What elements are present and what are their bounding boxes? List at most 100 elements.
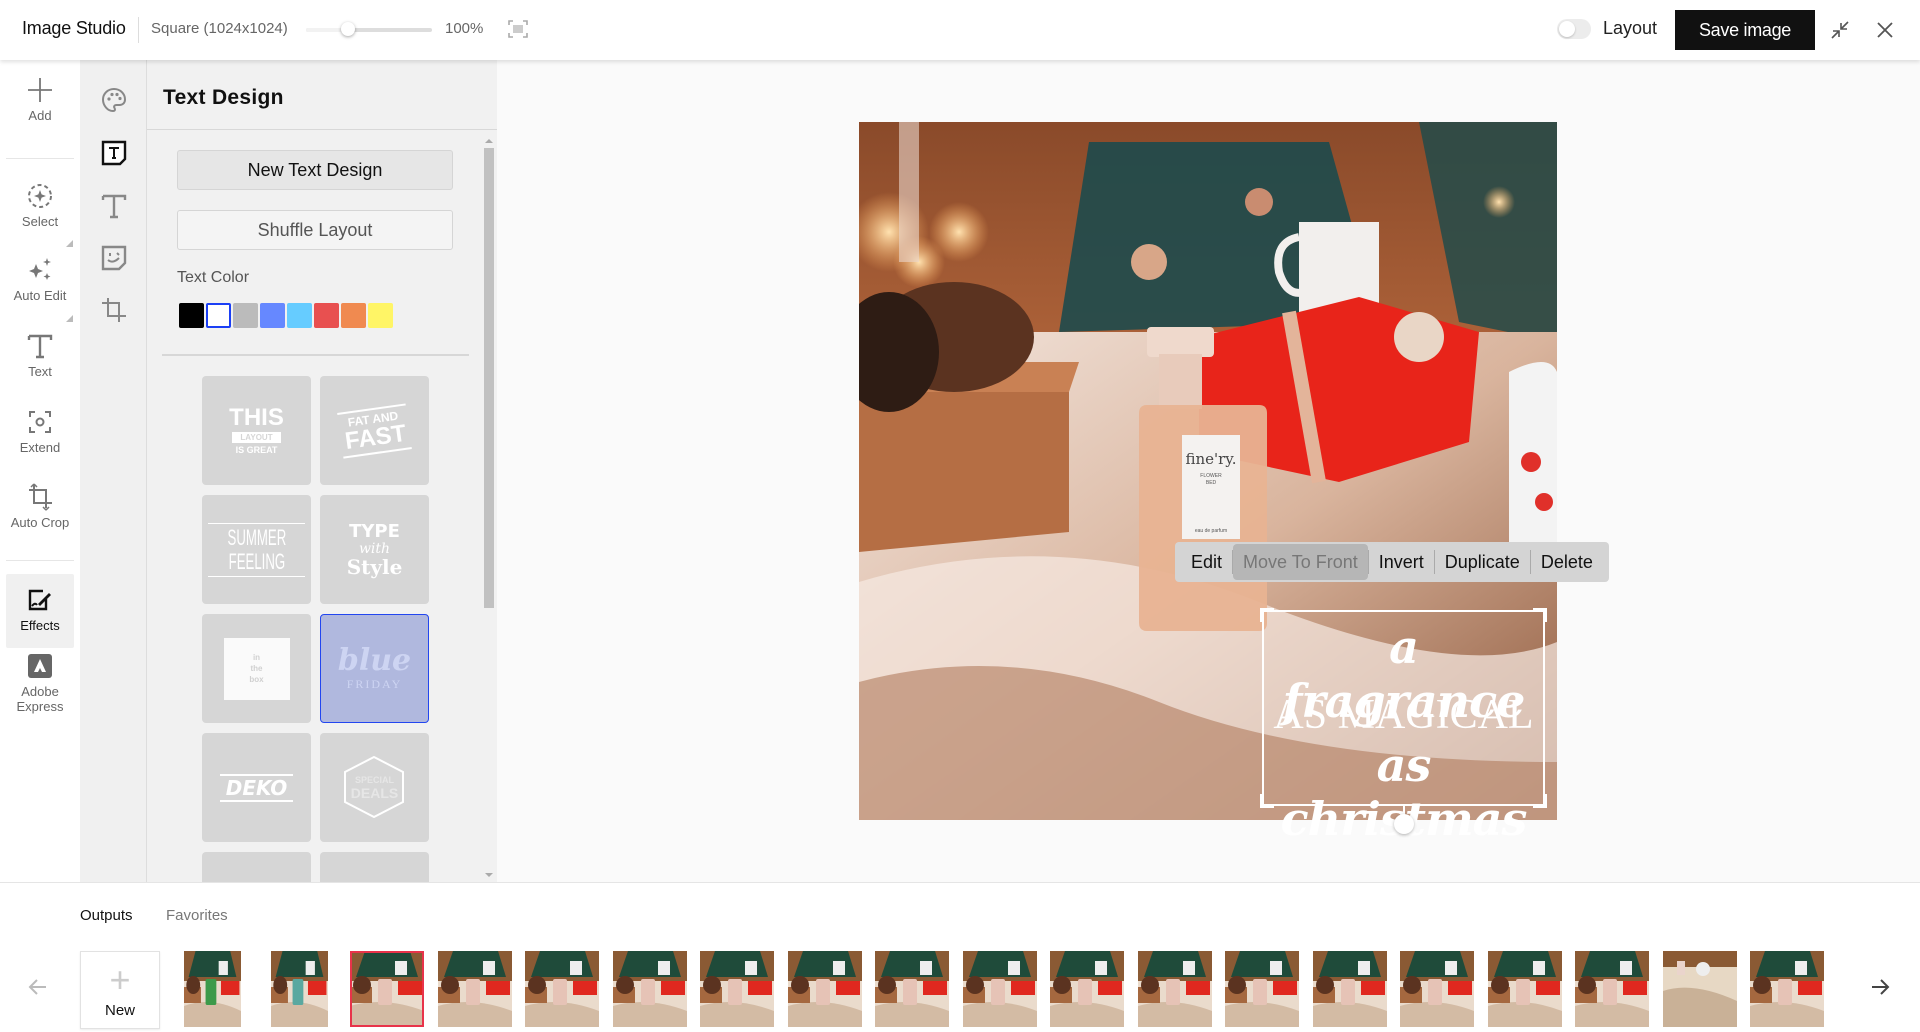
color-swatch[interactable] bbox=[287, 303, 312, 328]
design-tile-partial[interactable] bbox=[202, 852, 311, 882]
duplicate-button[interactable]: Duplicate bbox=[1435, 542, 1530, 582]
design-text: SUMMER bbox=[227, 524, 286, 550]
arrow-left-icon[interactable] bbox=[26, 975, 50, 999]
selection-context-menu: Edit Move To Front Invert Duplicate Dele… bbox=[1175, 542, 1609, 582]
thumbnail-image bbox=[350, 951, 424, 1027]
scroll-down-arrow-icon[interactable] bbox=[485, 873, 493, 877]
rail-divider bbox=[6, 158, 74, 159]
move-to-front-button[interactable]: Move To Front bbox=[1233, 544, 1368, 580]
color-swatch[interactable] bbox=[179, 303, 204, 328]
effects-icon bbox=[28, 589, 51, 611]
text-overlay-selection[interactable]: a fragrance AS MAGICAL as christmas bbox=[1260, 608, 1547, 846]
thumbnail-image bbox=[1400, 951, 1474, 1027]
output-thumbnail[interactable] bbox=[612, 951, 687, 1027]
save-image-button[interactable]: Save image bbox=[1675, 10, 1815, 50]
text-color-swatches bbox=[179, 303, 393, 328]
color-swatch[interactable] bbox=[260, 303, 285, 328]
design-tile-this-layout-is-great[interactable]: THIS LAYOUT IS GREAT bbox=[202, 376, 311, 485]
zoom-slider[interactable] bbox=[306, 22, 432, 36]
plus-icon bbox=[28, 78, 52, 102]
color-swatch[interactable] bbox=[341, 303, 366, 328]
design-tile-blue-friday[interactable]: blue FRIDAY bbox=[320, 614, 429, 723]
design-tile-summer-feeling[interactable]: SUMMER FEELING bbox=[202, 495, 311, 604]
edit-button[interactable]: Edit bbox=[1181, 542, 1232, 582]
close-icon[interactable] bbox=[1874, 19, 1896, 41]
design-tile-fat-and-fast[interactable]: FAT AND FAST bbox=[320, 376, 429, 485]
text-design-icon[interactable] bbox=[101, 140, 127, 166]
collapse-icon[interactable] bbox=[1828, 18, 1852, 42]
layout-toggle[interactable] bbox=[1557, 19, 1591, 39]
output-thumbnail[interactable] bbox=[1487, 951, 1562, 1027]
rail-item-auto-edit[interactable]: Auto Edit bbox=[6, 256, 74, 303]
design-tile-deko[interactable]: DEKO bbox=[202, 733, 311, 842]
zoom-percent: 100% bbox=[445, 20, 484, 37]
color-swatch[interactable] bbox=[368, 303, 393, 328]
rail-item-label: Auto Crop bbox=[10, 515, 70, 530]
output-thumbnail[interactable] bbox=[1662, 951, 1737, 1027]
design-tile-special-deals[interactable]: SPECIAL DEALS bbox=[320, 733, 429, 842]
output-thumbnail[interactable] bbox=[1575, 951, 1649, 1027]
tab-favorites[interactable]: Favorites bbox=[166, 907, 228, 924]
scrollbar-thumb[interactable] bbox=[484, 148, 494, 608]
rail-item-label: Select bbox=[21, 214, 59, 229]
output-thumbnail[interactable] bbox=[962, 951, 1037, 1027]
rail-item-select[interactable]: Select bbox=[6, 182, 74, 229]
thumbnail-image bbox=[437, 951, 512, 1027]
thumbnail-image bbox=[184, 951, 241, 1027]
tool-rail: Add Select Auto Edit Text Extend Auto Cr… bbox=[0, 60, 80, 882]
output-thumbnail[interactable] bbox=[271, 951, 328, 1027]
output-thumbnail[interactable] bbox=[787, 951, 862, 1027]
arrow-right-icon[interactable] bbox=[1868, 975, 1892, 999]
new-output-button[interactable]: + New bbox=[80, 951, 160, 1029]
output-thumbnail[interactable] bbox=[1750, 951, 1824, 1027]
shuffle-layout-button[interactable]: Shuffle Layout bbox=[177, 210, 453, 250]
zoom-slider-thumb[interactable] bbox=[340, 22, 355, 36]
design-text: blue bbox=[337, 643, 412, 678]
output-thumbnail[interactable] bbox=[1050, 951, 1124, 1027]
new-text-design-button[interactable]: New Text Design bbox=[177, 150, 453, 190]
output-thumbnail[interactable] bbox=[350, 951, 424, 1027]
output-thumbnail[interactable] bbox=[184, 951, 241, 1027]
panel-scrollbar[interactable] bbox=[483, 133, 495, 882]
text-icon[interactable] bbox=[101, 193, 127, 219]
sticker-icon[interactable] bbox=[101, 245, 127, 271]
fit-screen-icon[interactable] bbox=[508, 20, 528, 38]
rail-item-effects[interactable]: Effects bbox=[6, 574, 74, 648]
output-thumbnail[interactable] bbox=[525, 951, 599, 1027]
extend-icon bbox=[29, 411, 51, 433]
panel-title: Text Design bbox=[163, 86, 284, 109]
output-thumbnail[interactable] bbox=[1137, 951, 1212, 1027]
design-text: IS GREAT bbox=[235, 445, 278, 455]
crop-icon[interactable] bbox=[101, 297, 127, 323]
bottle-type: eau de parfum bbox=[1195, 528, 1227, 534]
rail-item-adobe-express[interactable]: Adobe Express bbox=[6, 652, 74, 714]
output-thumbnail[interactable] bbox=[437, 951, 512, 1027]
output-thumbnail[interactable] bbox=[700, 951, 774, 1027]
color-swatch[interactable] bbox=[206, 303, 231, 328]
scroll-up-arrow-icon[interactable] bbox=[485, 139, 493, 143]
invert-button[interactable]: Invert bbox=[1369, 542, 1434, 582]
gift-box-brown bbox=[859, 392, 1069, 552]
design-tile-partial[interactable] bbox=[320, 852, 429, 882]
palette-icon[interactable] bbox=[101, 87, 127, 113]
rotate-handle[interactable] bbox=[1394, 814, 1414, 834]
design-tile-in-the-box[interactable]: in the box bbox=[202, 614, 311, 723]
output-thumbnail[interactable] bbox=[1400, 951, 1474, 1027]
tab-outputs[interactable]: Outputs bbox=[80, 907, 133, 924]
panel-divider bbox=[162, 354, 469, 356]
toggle-knob bbox=[1559, 21, 1575, 37]
design-tile-type-with-style[interactable]: TYPE with Style bbox=[320, 495, 429, 604]
rail-item-extend[interactable]: Extend bbox=[6, 408, 74, 455]
rail-item-text[interactable]: Text bbox=[6, 332, 74, 379]
thumbnail-image bbox=[1487, 951, 1562, 1027]
color-swatch[interactable] bbox=[233, 303, 258, 328]
output-thumbnail[interactable] bbox=[875, 951, 949, 1027]
rail-item-auto-crop[interactable]: Auto Crop bbox=[6, 483, 74, 530]
output-thumbnail[interactable] bbox=[1312, 951, 1387, 1027]
header-divider bbox=[138, 17, 139, 43]
canvas-size-selector[interactable]: Square (1024x1024) bbox=[151, 20, 288, 37]
output-thumbnail[interactable] bbox=[1225, 951, 1299, 1027]
color-swatch[interactable] bbox=[314, 303, 339, 328]
rail-item-add[interactable]: Add bbox=[6, 76, 74, 123]
delete-button[interactable]: Delete bbox=[1531, 542, 1603, 582]
